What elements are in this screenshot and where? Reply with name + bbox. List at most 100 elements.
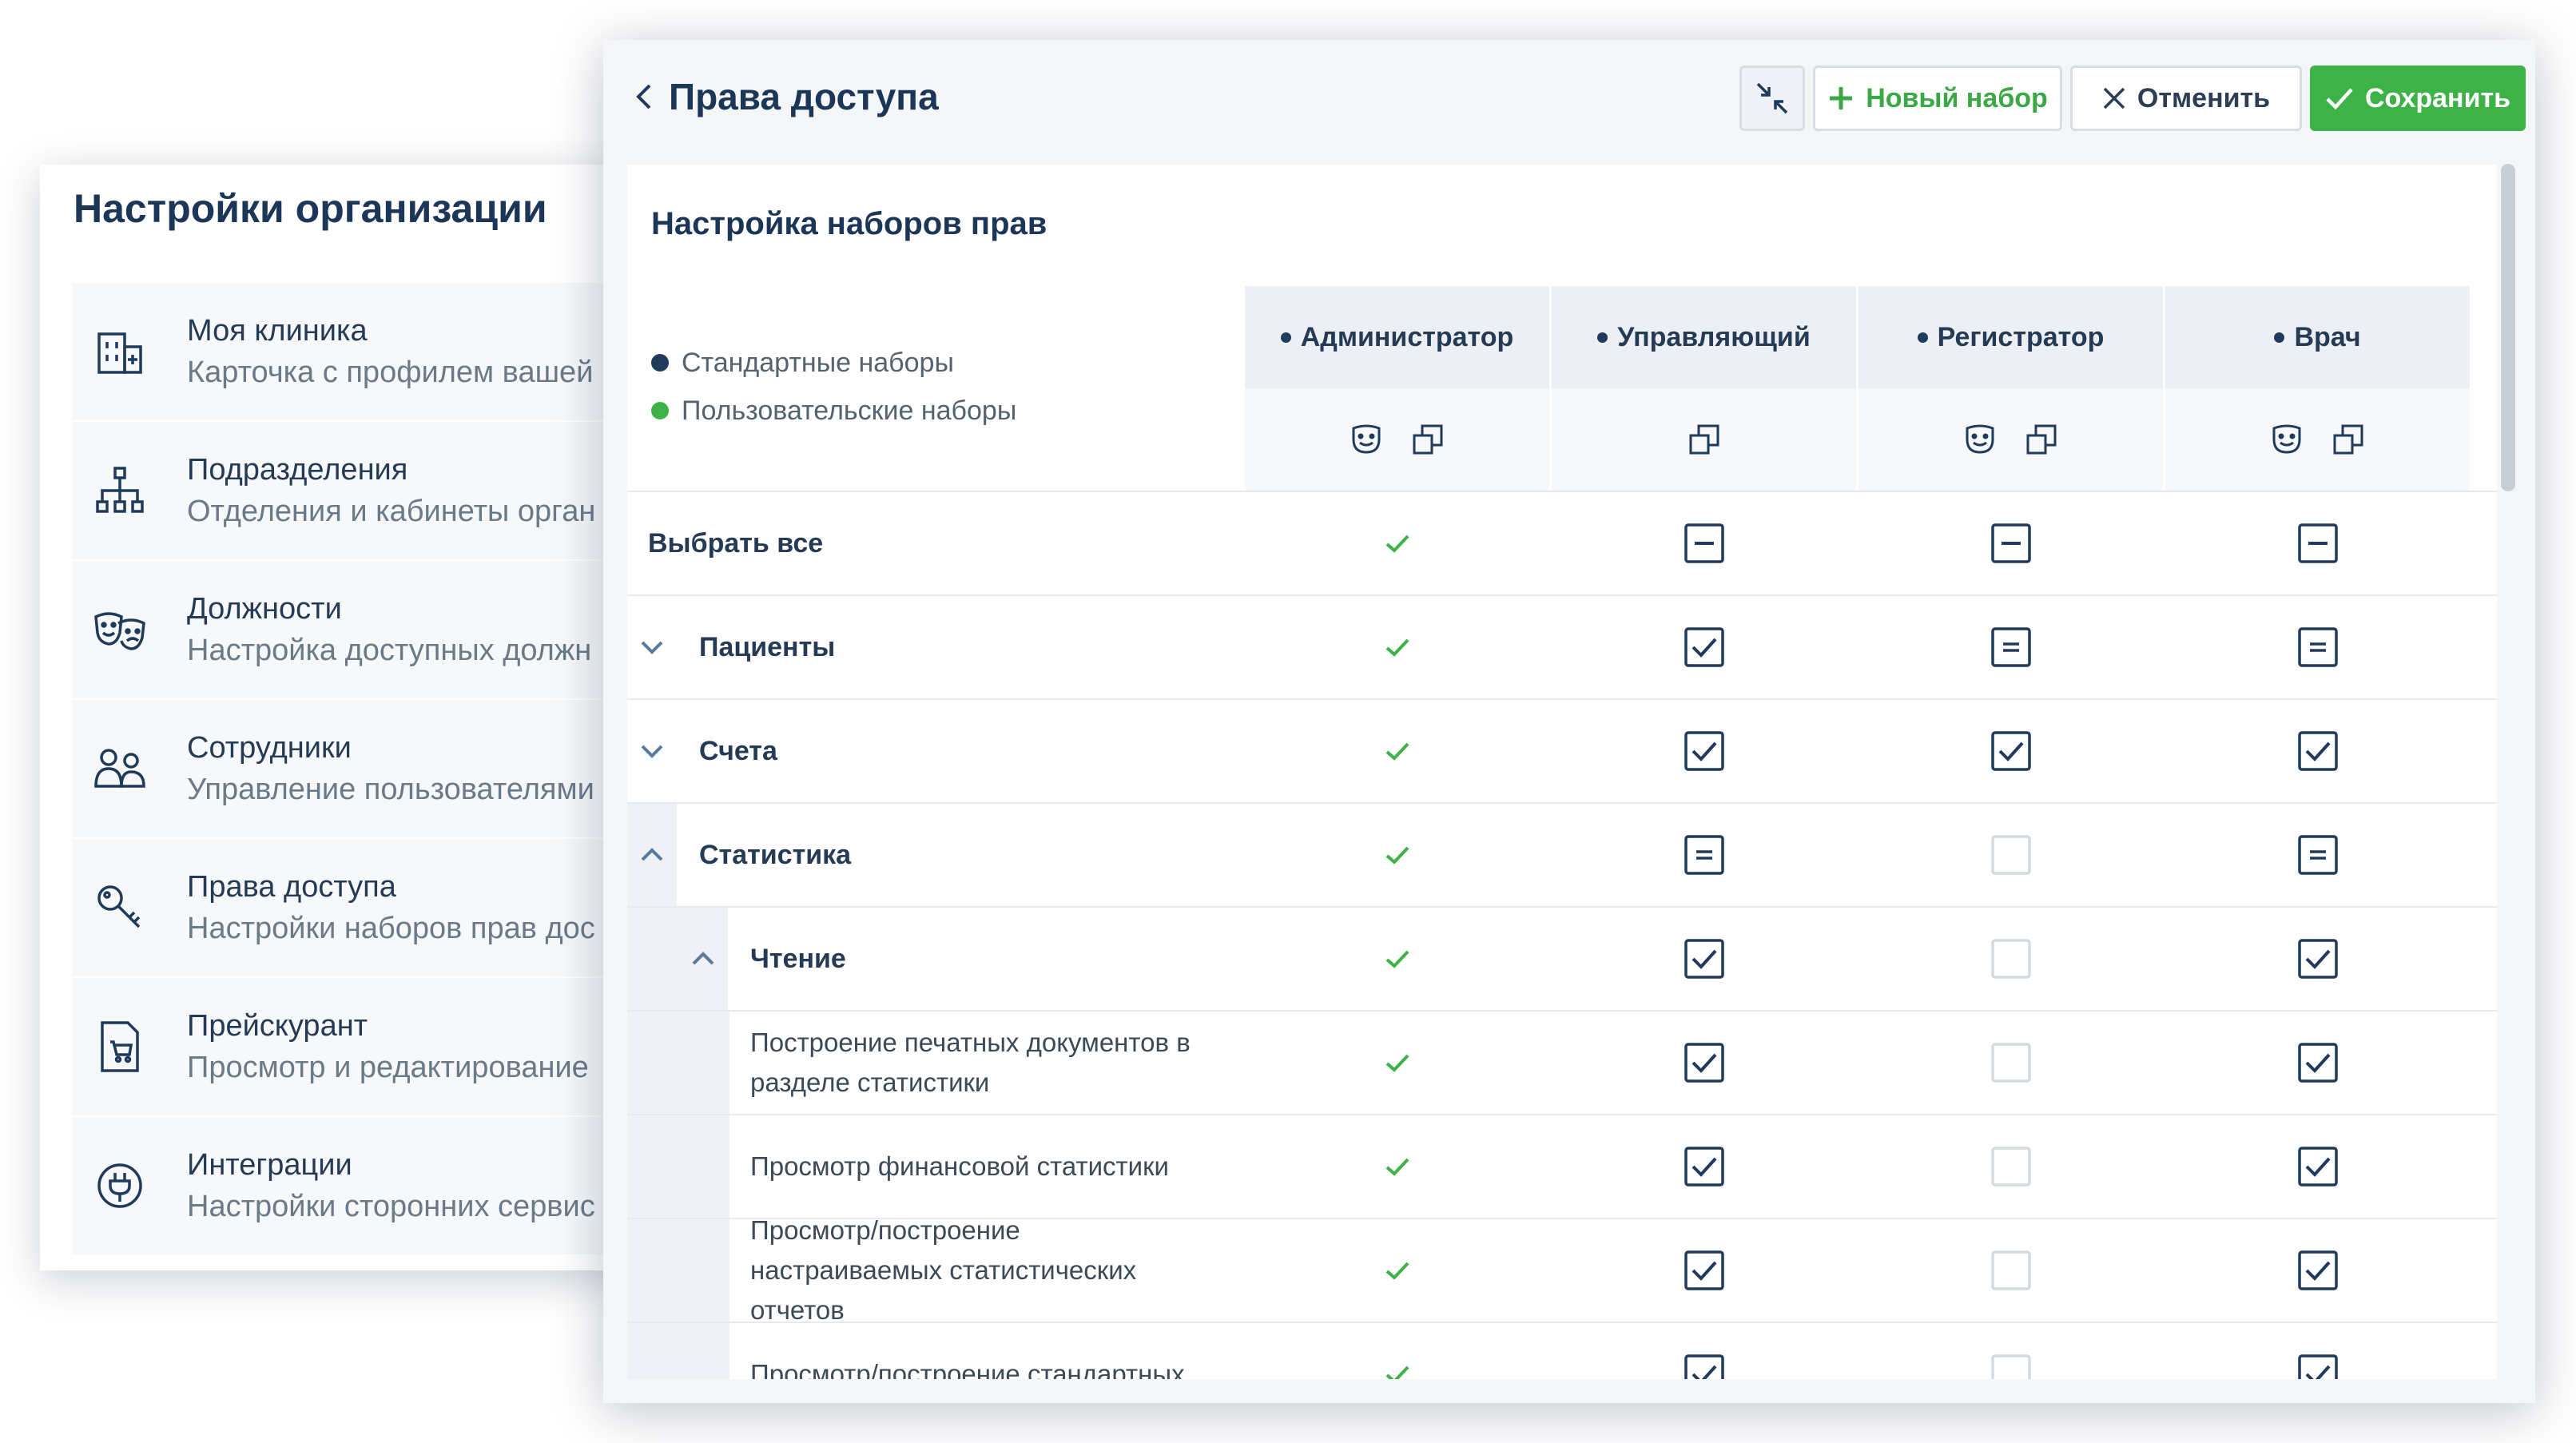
table-row: Просмотр/построение стандартных: [627, 1323, 2497, 1379]
permission-checkbox[interactable]: [2163, 1115, 2470, 1218]
legend-dot: [651, 402, 669, 419]
permission-checkbox[interactable]: [1549, 700, 1856, 802]
org-settings-panel: Настройки организации Моя клиника Карточ…: [40, 165, 631, 1270]
row-label: Выбрать все: [648, 527, 824, 559]
permission-checkbox[interactable]: [2163, 1323, 2470, 1379]
granted-check-icon: [1242, 804, 1549, 906]
indent-guide: [678, 1012, 729, 1114]
copy-icon[interactable]: [2025, 423, 2058, 456]
permission-checkbox[interactable]: [1856, 1115, 2163, 1218]
modal-header: Права доступа Новый набор Отменить Сохра…: [603, 40, 2535, 160]
scrollbar[interactable]: [2501, 164, 2515, 491]
org-item-desc: Управление пользователями: [187, 773, 594, 806]
column-bullet: [1280, 332, 1291, 343]
copy-icon[interactable]: [1688, 423, 1721, 456]
column-bullet: [1597, 332, 1608, 343]
face-icon[interactable]: [2271, 423, 2303, 455]
save-button[interactable]: Сохранить: [2310, 66, 2526, 131]
cancel-label: Отменить: [2137, 82, 2271, 113]
column-header: Администратор: [1242, 286, 1549, 491]
org-item-name: Сотрудники: [187, 731, 352, 765]
granted-check-icon: [1242, 700, 1549, 802]
org-item-name: Интеграции: [187, 1148, 352, 1182]
org-settings-item[interactable]: Подразделения Отделения и кабинеты орган: [72, 422, 631, 559]
column-title: Управляющий: [1552, 286, 1856, 388]
face-icon[interactable]: [1350, 423, 1382, 455]
permission-checkbox[interactable]: [1856, 700, 2163, 802]
indent-guide: [627, 1219, 678, 1322]
column-bullet: [2274, 332, 2285, 343]
permission-checkbox[interactable]: [2163, 908, 2470, 1010]
permission-checkbox[interactable]: [1856, 804, 2163, 906]
key-icon: [72, 882, 168, 933]
org-item-name: Прейскурант: [187, 1009, 368, 1043]
permission-checkbox[interactable]: [1549, 908, 1856, 1010]
column-header: Регистратор: [1856, 286, 2163, 491]
column-header: Управляющий: [1549, 286, 1856, 491]
org-settings-title: Настройки организации: [74, 186, 547, 231]
back-link[interactable]: Права доступа: [635, 75, 939, 118]
new-set-button[interactable]: Новый набор: [1813, 66, 2062, 131]
cancel-button[interactable]: Отменить: [2070, 66, 2302, 131]
org-item-text: Сотрудники Управление пользователями: [168, 727, 594, 810]
permission-checkbox[interactable]: [1856, 908, 2163, 1010]
chevron-down-icon[interactable]: [627, 596, 677, 698]
permission-checkbox[interactable]: [1549, 596, 1856, 698]
legend-label: Пользовательские наборы: [682, 395, 1017, 426]
column-actions: [1245, 388, 1549, 491]
permission-checkbox[interactable]: [1549, 1323, 1856, 1379]
permission-checkbox[interactable]: [1856, 596, 2163, 698]
permission-checkbox[interactable]: [2163, 1012, 2470, 1114]
granted-check-icon: [1242, 1323, 1549, 1379]
org-settings-item[interactable]: Прейскурант Просмотр и редактирование: [72, 978, 631, 1115]
chevron-up-icon[interactable]: [678, 908, 728, 1010]
indent-guide: [627, 1323, 678, 1379]
collapse-button[interactable]: [1739, 66, 1805, 131]
new-set-label: Новый набор: [1866, 82, 2048, 113]
table-row: Построение печатных документов в разделе…: [627, 1012, 2497, 1115]
row-label: Пациенты: [699, 631, 836, 662]
copy-icon[interactable]: [1411, 423, 1445, 456]
permission-checkbox[interactable]: [1856, 492, 2163, 594]
row-label: Чтение: [750, 943, 846, 974]
legend-item: Пользовательские наборы: [651, 387, 1016, 435]
permission-checkbox[interactable]: [2163, 804, 2470, 906]
org-item-name: Должности: [187, 592, 342, 626]
permission-checkbox[interactable]: [2163, 700, 2470, 802]
column-title: Администратор: [1245, 286, 1549, 388]
theater-masks-icon: [72, 607, 168, 652]
org-settings-item[interactable]: Должности Настройка доступных должн: [72, 561, 631, 698]
row-label: Построение печатных документов в разделе…: [750, 1028, 1191, 1097]
org-settings-item[interactable]: Интеграции Настройки сторонних сервис: [72, 1117, 631, 1254]
permission-checkbox[interactable]: [1549, 804, 1856, 906]
chevron-down-icon[interactable]: [627, 700, 677, 802]
permission-checkbox[interactable]: [2163, 596, 2470, 698]
permission-checkbox[interactable]: [1856, 1323, 2163, 1379]
indent-guide: [627, 1115, 678, 1218]
close-icon: [2103, 87, 2125, 109]
column-label: Регистратор: [1937, 321, 2105, 352]
face-icon[interactable]: [1964, 423, 1996, 455]
permission-checkbox[interactable]: [1549, 1219, 1856, 1322]
indent-guide: [678, 1115, 729, 1218]
building-icon: [72, 326, 168, 377]
granted-check-icon: [1242, 492, 1549, 594]
org-item-text: Подразделения Отделения и кабинеты орган: [168, 449, 595, 532]
org-item-name: Права доступа: [187, 870, 396, 904]
chevron-up-icon[interactable]: [627, 804, 677, 906]
column-label: Врач: [2294, 321, 2361, 352]
indent-guide: [678, 1323, 729, 1379]
permission-checkbox[interactable]: [1856, 1012, 2163, 1114]
org-item-desc: Просмотр и редактирование: [187, 1051, 589, 1084]
permission-checkbox[interactable]: [1856, 1219, 2163, 1322]
org-settings-item[interactable]: Права доступа Настройки наборов прав дос: [72, 839, 631, 976]
permission-checkbox[interactable]: [1549, 1012, 1856, 1114]
org-settings-item[interactable]: Сотрудники Управление пользователями: [72, 700, 631, 837]
granted-check-icon: [1242, 1219, 1549, 1322]
permission-checkbox[interactable]: [2163, 1219, 2470, 1322]
org-settings-item[interactable]: Моя клиника Карточка с профилем вашей: [72, 283, 631, 420]
permission-checkbox[interactable]: [1549, 1115, 1856, 1218]
permission-checkbox[interactable]: [1549, 492, 1856, 594]
permission-checkbox[interactable]: [2163, 492, 2470, 594]
copy-icon[interactable]: [2332, 423, 2365, 456]
